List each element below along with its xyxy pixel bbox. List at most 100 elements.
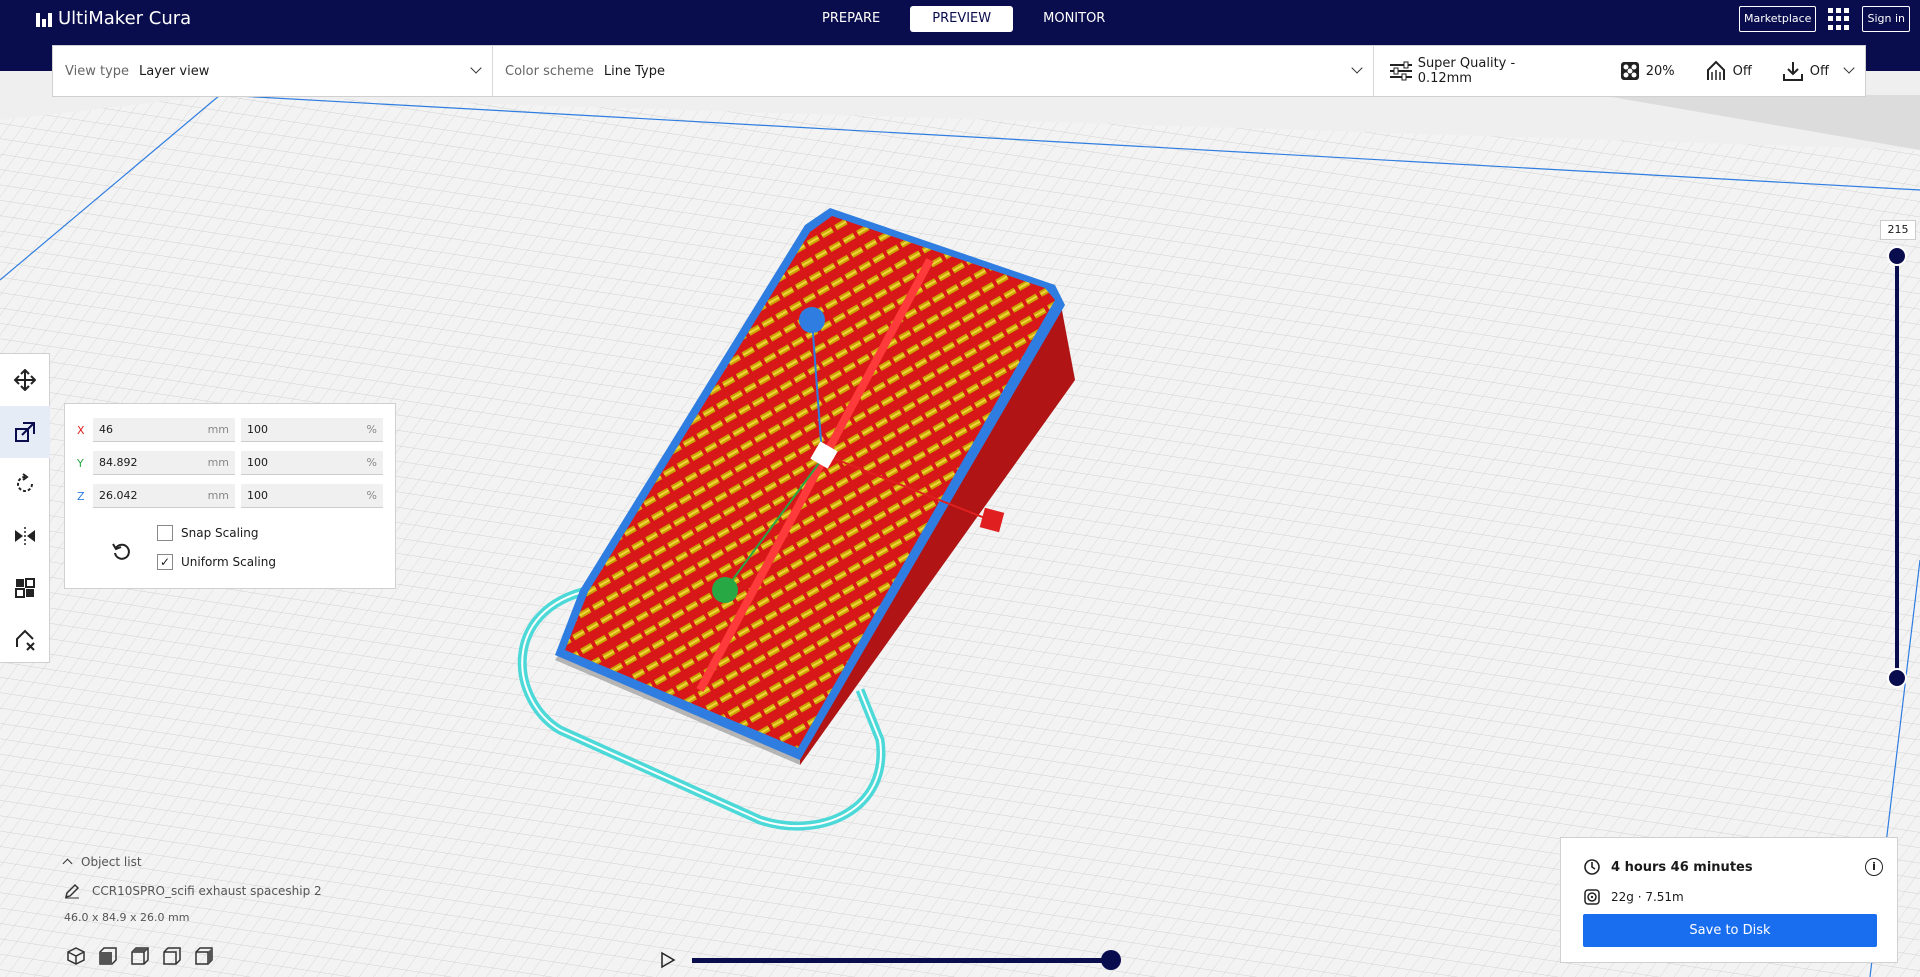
object-dimensions: 46.0 x 84.9 x 26.0 mm (64, 911, 190, 924)
ultimaker-logo-icon (36, 11, 52, 27)
adhesion-icon (1782, 62, 1803, 81)
snap-scaling-checkbox[interactable]: Snap Scaling (157, 525, 258, 541)
axis-x-label: X (77, 423, 85, 437)
pencil-icon (64, 883, 80, 899)
layer-slider-upper-handle[interactable] (1887, 246, 1907, 266)
layer-slider-track[interactable] (1895, 256, 1899, 680)
width-mm-value: 46 (99, 423, 113, 436)
support-value: Off (1732, 63, 1752, 79)
view-left-button[interactable] (162, 946, 182, 966)
depth-mm-value: 84.892 (99, 456, 138, 469)
object-list-header: Object list (81, 855, 142, 869)
object-list-panel: Object list CCR10SPRO_scifi exhaust spac… (62, 855, 384, 924)
print-settings-selector[interactable]: Super Quality - 0.12mm 20% Off Off (1374, 46, 1865, 96)
rotate-tool-button[interactable] (0, 458, 50, 510)
height-percent-value: 100 (247, 489, 268, 502)
scale-tool-panel: X 46 mm 100% Y 84.892 mm 100% Z 26.042 mm 1… (64, 403, 396, 589)
unit-mm: mm (207, 456, 229, 469)
unit-percent: % (366, 423, 377, 436)
settings-sliders-icon (1390, 61, 1412, 81)
app-logo: UltiMaker Cura (36, 8, 191, 29)
tool-sidebar (0, 353, 50, 663)
view-type-label: View type (65, 63, 130, 79)
chevron-down-icon (1351, 62, 1363, 74)
infill-value: 20% (1645, 63, 1675, 79)
infill-icon (1620, 62, 1639, 80)
path-slider-handle[interactable] (1101, 950, 1121, 970)
tab-monitor[interactable]: MONITOR (1021, 6, 1127, 32)
color-scheme-dropdown[interactable]: Color scheme Line Type (493, 46, 1374, 96)
rotate-icon (17, 473, 33, 492)
checkmark-icon: ✓ (157, 554, 173, 570)
clock-icon (1584, 859, 1600, 875)
chevron-down-icon (470, 62, 482, 74)
profile-name: Super Quality - 0.12mm (1417, 56, 1516, 86)
unit-percent: % (366, 456, 377, 469)
print-info-panel: 4 hours 46 minutes i 22g · 7.51m Save to… (1560, 837, 1898, 963)
uniform-scaling-checkbox[interactable]: ✓ Uniform Scaling (157, 554, 276, 570)
view-type-dropdown[interactable]: View type Layer view (53, 46, 493, 96)
object-list-item[interactable]: CCR10SPRO_scifi exhaust spaceship 2 (64, 883, 384, 899)
height-mm-input[interactable]: 26.042 mm (93, 484, 235, 508)
move-tool-button[interactable] (0, 354, 50, 406)
per-model-settings-icon (15, 578, 35, 598)
depth-mm-input[interactable]: 84.892 mm (93, 451, 235, 475)
play-icon[interactable] (660, 951, 676, 969)
apps-grid-icon[interactable] (1828, 8, 1850, 30)
layer-slider-lower-handle[interactable] (1887, 668, 1907, 688)
per-model-settings-button[interactable] (0, 562, 50, 614)
view-3d-button[interactable] (66, 946, 86, 966)
chevron-up-icon (62, 858, 73, 869)
current-layer-field[interactable]: 215 (1880, 220, 1916, 240)
cube-3d-icon (67, 947, 85, 965)
move-icon (14, 369, 36, 391)
unit-percent: % (366, 489, 377, 502)
object-name: CCR10SPRO_scifi exhaust spaceship 2 (92, 884, 322, 898)
view-front-button[interactable] (98, 946, 118, 966)
width-percent-input[interactable]: 100% (241, 418, 383, 442)
cube-right-icon (195, 947, 213, 965)
axis-z-label: Z (77, 489, 85, 503)
mirror-icon (15, 527, 35, 545)
path-slider-track[interactable] (692, 958, 1112, 963)
scale-icon (15, 422, 35, 442)
tab-prepare[interactable]: PREPARE (800, 6, 902, 32)
height-percent-input[interactable]: 100% (241, 484, 383, 508)
scale-handle-z[interactable] (799, 307, 825, 333)
signin-button[interactable]: Sign in (1862, 6, 1910, 32)
scale-tool-button[interactable] (0, 406, 50, 458)
object-list-toggle[interactable]: Object list (62, 855, 384, 869)
snap-scaling-label: Snap Scaling (181, 526, 259, 540)
print-time: 4 hours 46 minutes (1611, 859, 1753, 875)
material-usage: 22g · 7.51m (1611, 890, 1684, 904)
depth-percent-input[interactable]: 100% (241, 451, 383, 475)
info-icon[interactable]: i (1865, 858, 1883, 876)
support-icon (1706, 60, 1725, 80)
reset-icon (112, 543, 130, 560)
view-settings-bar: View type Layer view Color scheme Line T… (52, 45, 1866, 97)
checkbox-unchecked (157, 525, 173, 541)
save-to-disk-button[interactable]: Save to Disk (1583, 914, 1877, 947)
cube-top-icon (131, 947, 149, 965)
app-title: UltiMaker Cura (58, 8, 192, 29)
adhesion-value: Off (1809, 63, 1829, 79)
width-mm-input[interactable]: 46 mm (93, 418, 235, 442)
scale-handle-y[interactable] (712, 577, 738, 603)
color-scheme-value: Line Type (603, 63, 665, 79)
view-top-button[interactable] (130, 946, 150, 966)
support-blocker-button[interactable] (0, 614, 50, 666)
height-mm-value: 26.042 (99, 489, 138, 502)
axis-y-label: Y (77, 456, 84, 470)
stage-tabs: PREPARE PREVIEW MONITOR (800, 6, 1127, 32)
view-right-button[interactable] (194, 946, 214, 966)
tab-preview[interactable]: PREVIEW (910, 6, 1014, 32)
marketplace-button[interactable]: Marketplace (1739, 6, 1817, 32)
cube-front-icon (99, 947, 117, 965)
mirror-tool-button[interactable] (0, 510, 50, 562)
uniform-scaling-label: Uniform Scaling (181, 555, 276, 569)
width-percent-value: 100 (247, 423, 268, 436)
unit-mm: mm (207, 489, 229, 502)
reset-scale-button[interactable] (105, 534, 139, 568)
color-scheme-label: Color scheme (505, 63, 594, 79)
cube-left-icon (163, 947, 181, 965)
